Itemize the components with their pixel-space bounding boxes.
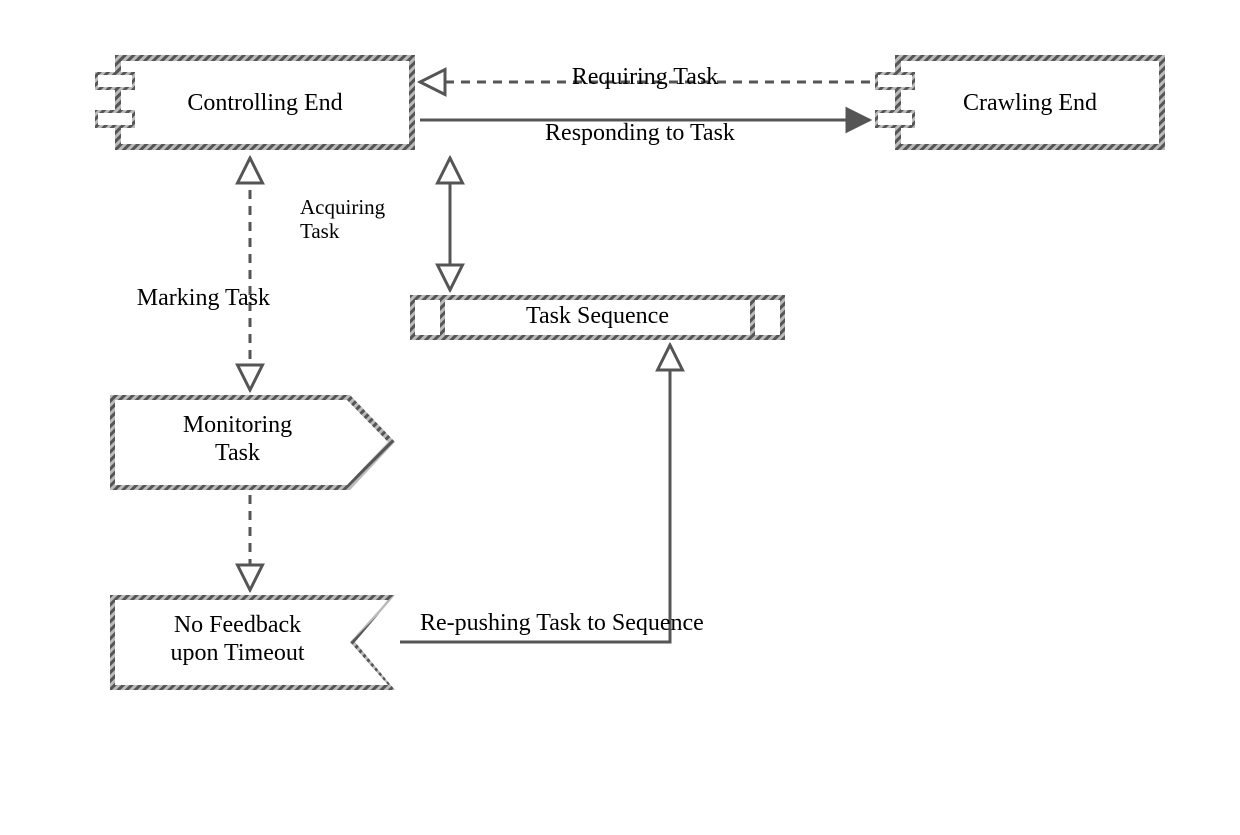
- label-responding-to-task: Responding to Task: [480, 120, 800, 148]
- label-monitoring-task: Monitoring Task: [110, 412, 365, 467]
- label-marking-task: Marking Task: [90, 285, 270, 313]
- label-repush: Re-pushing Task to Sequence: [420, 610, 820, 638]
- label-no-feedback: No Feedback upon Timeout: [110, 612, 365, 667]
- label-requiring-task: Requiring Task: [520, 64, 770, 92]
- label-task-sequence: Task Sequence: [410, 303, 785, 331]
- label-controlling-end: Controlling End: [115, 90, 415, 118]
- label-acquiring-task: Acquiring Task: [300, 195, 435, 243]
- label-crawling-end: Crawling End: [895, 90, 1165, 118]
- edge-repush: [400, 345, 670, 642]
